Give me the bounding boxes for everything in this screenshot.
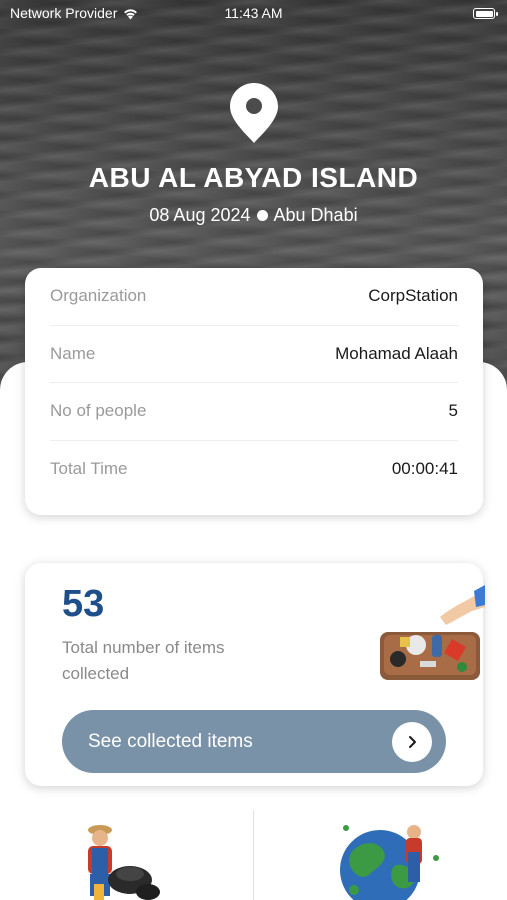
info-value: CorpStation bbox=[368, 286, 458, 306]
info-label: No of people bbox=[50, 401, 147, 421]
worker-illustration[interactable] bbox=[74, 818, 162, 900]
info-row-total-time: Total Time 00:00:41 bbox=[50, 441, 458, 499]
items-collected-card: 53 Total number of items collected See c… bbox=[25, 563, 485, 786]
info-label: Organization bbox=[50, 286, 147, 306]
info-value: 00:00:41 bbox=[391, 459, 458, 479]
location-title: ABU AL ABYAD ISLAND bbox=[88, 162, 419, 193]
status-time: 11:43 AM bbox=[224, 5, 283, 21]
items-count: 53 bbox=[62, 583, 105, 625]
info-row-name: Name Mohamad Alaah bbox=[50, 326, 458, 383]
info-row-organization: Organization CorpStation bbox=[50, 268, 458, 326]
collected-items-illustration bbox=[380, 585, 485, 680]
see-collected-items-button[interactable]: See collected items bbox=[62, 710, 446, 773]
info-value: Mohamad Alaah bbox=[335, 343, 458, 363]
location-pin-icon bbox=[230, 83, 278, 143]
location-subtitle: 08 Aug 2024 Abu Dhabi bbox=[0, 205, 507, 226]
chevron-right-icon[interactable] bbox=[392, 721, 432, 762]
info-label: Name bbox=[50, 343, 96, 363]
info-value: 5 bbox=[448, 401, 458, 421]
info-row-people: No of people 5 bbox=[50, 383, 458, 441]
globe-illustration[interactable] bbox=[336, 818, 448, 900]
event-city: Abu Dhabi bbox=[273, 205, 358, 225]
items-count-label: Total number of items collected bbox=[62, 638, 225, 683]
event-info-card: Organization CorpStation Name Mohamad Al… bbox=[25, 268, 483, 515]
see-collected-items-label: See collected items bbox=[88, 730, 253, 752]
event-date: 08 Aug 2024 bbox=[149, 205, 251, 225]
status-bar: Network Provider 11:43 AM bbox=[0, 0, 507, 28]
separator-dot bbox=[256, 210, 268, 221]
battery-icon bbox=[473, 8, 498, 19]
info-label: Total Time bbox=[50, 459, 128, 479]
bottom-divider bbox=[253, 810, 254, 900]
